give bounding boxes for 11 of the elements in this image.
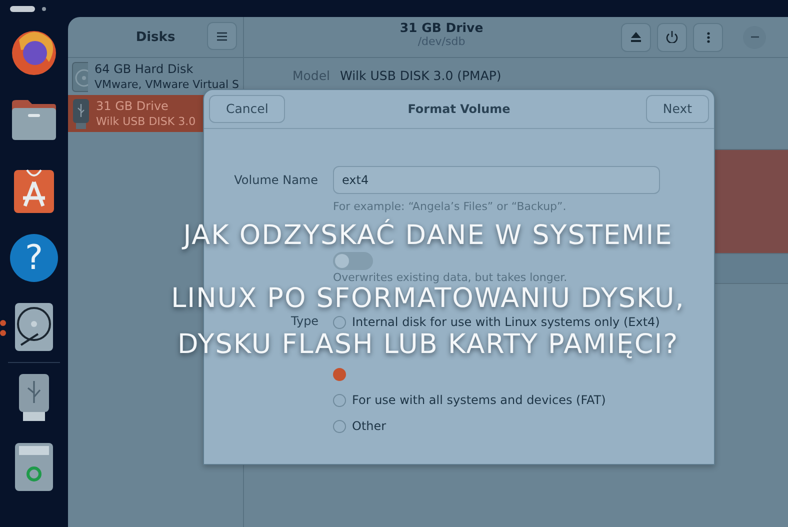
dialog-title: Format Volume [408,102,510,116]
option-label: Internal disk for use with Linux systems only (Ext4) [352,314,660,330]
hint-text: For example: “Angela’s Files” or “Backup”. [333,200,568,213]
option-label: For use with all systems and devices (FAT) [352,392,606,408]
hint-text: Overwrites existing data, but takes longer. [333,271,568,284]
field-label: Volume Name [233,172,318,188]
option-label: Other [352,418,386,434]
info-value: Wilk USB DISK 3.0 (PMAP) [340,68,502,83]
window-title: 31 GB Drive [400,20,484,35]
field-label: Type [291,313,319,329]
sidebar-title: Disks [136,30,176,44]
